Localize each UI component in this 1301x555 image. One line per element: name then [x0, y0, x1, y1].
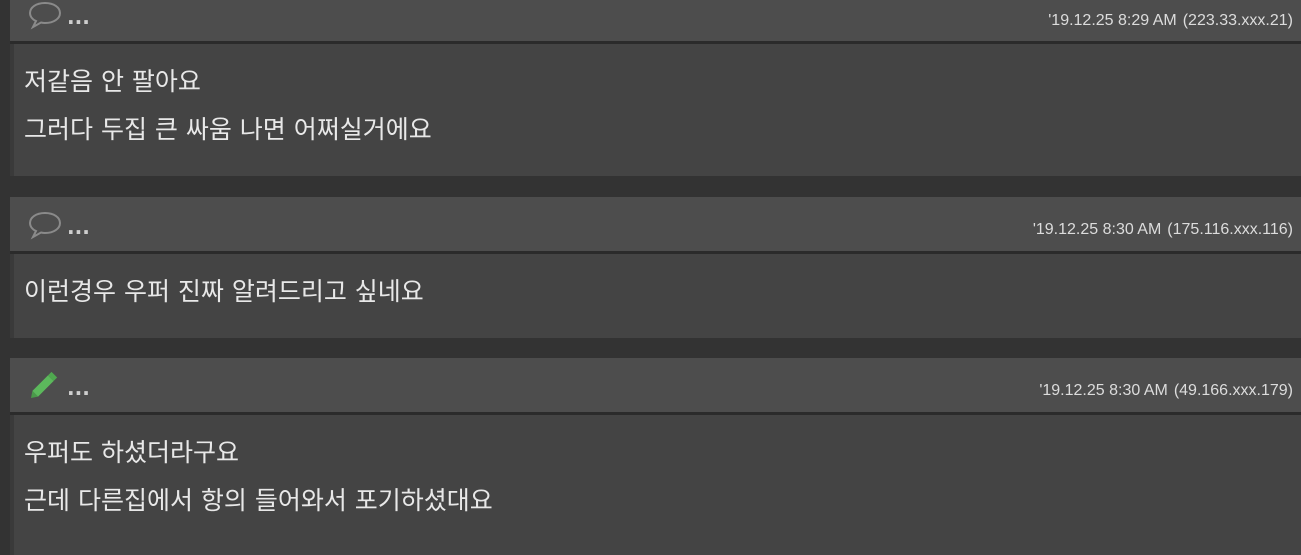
- comment: ... '19.12.25 8:30 AM (49.166.xxx.179) 우퍼…: [10, 358, 1301, 555]
- comment-ip: (49.166.xxx.179): [1173, 382, 1293, 399]
- pencil-icon[interactable]: [27, 371, 63, 401]
- comment-header: ... '19.12.25 8:30 AM (175.116.xxx.116): [10, 197, 1301, 254]
- comment-date: '19.12.25 8:30 AM: [1032, 221, 1162, 238]
- comment-body: 저같음 안 팔아요 그러다 두집 큰 싸움 나면 어쩌실거에요: [10, 44, 1301, 176]
- more-options-button[interactable]: ...: [67, 378, 90, 398]
- comment-date: '19.12.25 8:29 AM: [1048, 12, 1177, 29]
- speech-bubble-icon[interactable]: [27, 0, 63, 30]
- comment-body: 이런경우 우퍼 진짜 알려드리고 싶네요: [10, 254, 1301, 338]
- more-options-button[interactable]: ...: [67, 7, 90, 27]
- comment-date: '19.12.25 8:30 AM: [1039, 382, 1168, 399]
- comment: ... '19.12.25 8:29 AM (223.33.xxx.21) 저같음…: [10, 0, 1301, 176]
- comment-text-line: 저같음 안 팔아요: [24, 67, 201, 96]
- speech-bubble-icon[interactable]: [27, 210, 63, 240]
- comment-text-line: 이런경우 우퍼 진짜 알려드리고 싶네요: [24, 277, 424, 306]
- comment-text-line: 우퍼도 하셨더라구요: [24, 438, 239, 467]
- comment-meta: '19.12.25 8:29 AM (223.33.xxx.21): [1048, 12, 1293, 30]
- comment-body: 우퍼도 하셨더라구요 근데 다른집에서 항의 들어와서 포기하셨대요: [10, 415, 1301, 555]
- comment-header: ... '19.12.25 8:30 AM (49.166.xxx.179): [10, 358, 1301, 415]
- comment-text-line: 그러다 두집 큰 싸움 나면 어쩌실거에요: [24, 115, 432, 144]
- comment-text-line: 근데 다른집에서 항의 들어와서 포기하셨대요: [24, 486, 493, 515]
- comment-ip: (223.33.xxx.21): [1182, 12, 1293, 29]
- comment: ... '19.12.25 8:30 AM (175.116.xxx.116) 이…: [10, 197, 1301, 338]
- comment-header: ... '19.12.25 8:29 AM (223.33.xxx.21): [10, 0, 1301, 44]
- comment-ip: (175.116.xxx.116): [1167, 221, 1293, 238]
- comment-meta: '19.12.25 8:30 AM (175.116.xxx.116): [1033, 221, 1293, 239]
- more-options-button[interactable]: ...: [67, 217, 90, 237]
- comment-meta: '19.12.25 8:30 AM (49.166.xxx.179): [1039, 382, 1293, 400]
